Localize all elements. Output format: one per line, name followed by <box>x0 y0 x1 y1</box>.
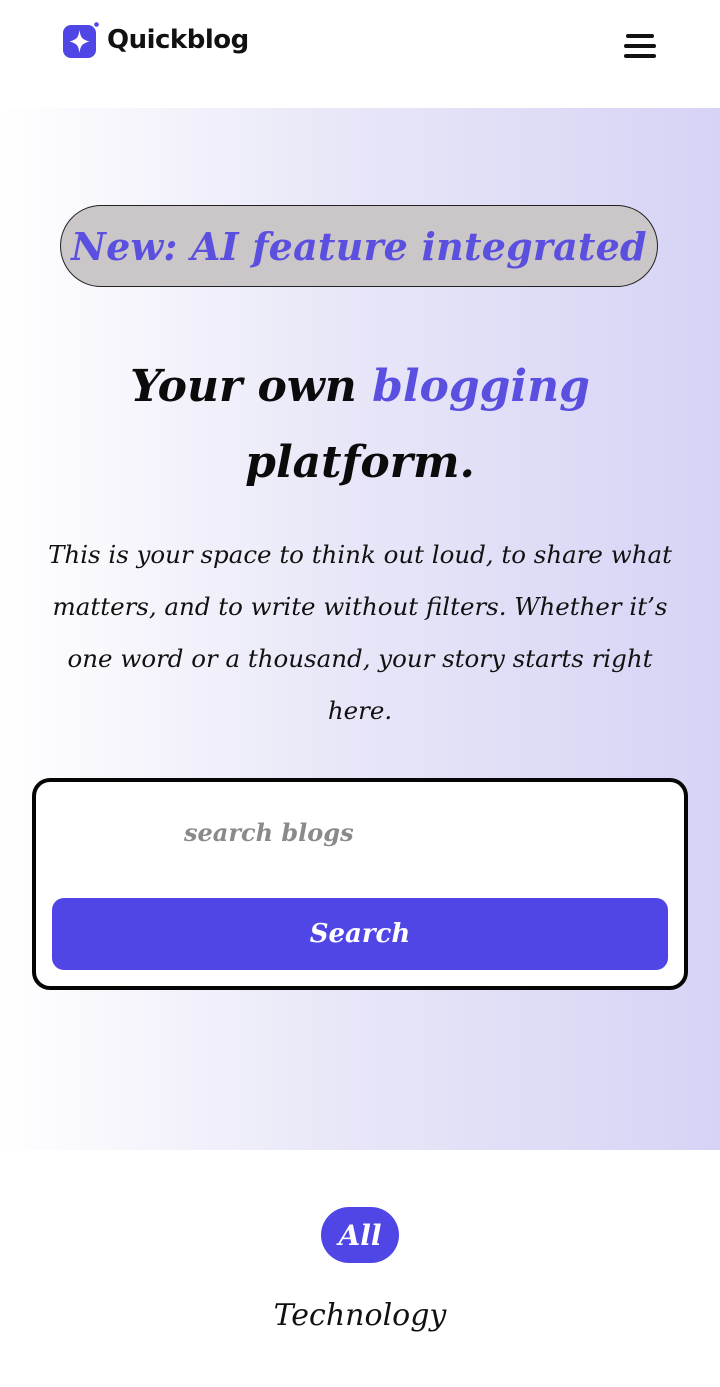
hamburger-menu-icon[interactable] <box>620 30 660 64</box>
search-input[interactable] <box>52 800 668 864</box>
announcement-badge-text: New: AI feature integrated <box>71 223 647 269</box>
headline-part1: Your own <box>130 361 373 413</box>
announcement-badge[interactable]: New: AI feature integrated <box>60 205 658 287</box>
search-card: Search <box>32 778 688 990</box>
headline-part2: platform. <box>245 437 475 489</box>
logo-text: Quickblog <box>107 24 249 55</box>
menu-line <box>626 34 654 38</box>
site-header: Quickblog <box>0 0 720 108</box>
sparkle-star-icon <box>63 22 99 58</box>
menu-line <box>624 54 656 58</box>
logo-link[interactable]: Quickblog <box>63 21 249 58</box>
menu-line <box>624 44 656 48</box>
headline-accent: blogging <box>372 361 590 413</box>
hero-description: This is your space to think out loud, to… <box>48 539 672 725</box>
category-all-pill[interactable]: All <box>321 1207 399 1263</box>
hero-section: New: AI feature integrated Your own blog… <box>0 108 720 1150</box>
search-button[interactable]: Search <box>52 898 668 970</box>
category-technology[interactable]: Technology <box>200 1294 520 1338</box>
hero-headline: Your own blogging platform. <box>40 349 680 501</box>
